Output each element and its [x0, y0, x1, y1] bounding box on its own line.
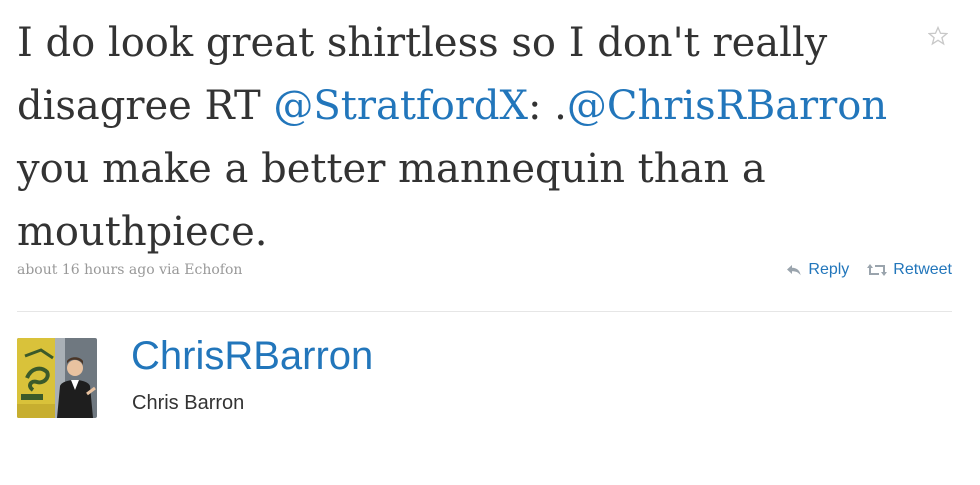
tweet-text-part: you make a better mannequin than a mouth… [17, 146, 766, 255]
tweet-timestamp[interactable]: about 16 hours ago via Echofon [17, 262, 242, 278]
username-link[interactable]: ChrisRBarron [131, 334, 373, 379]
full-name: Chris Barron [132, 392, 245, 414]
favorite-star-icon[interactable] [927, 25, 949, 46]
tweet-text-part: : . [527, 83, 567, 129]
tweet-actions: Reply Retweet [768, 261, 952, 279]
reply-label[interactable]: Reply [808, 261, 849, 279]
mention-link-stratfordx[interactable]: @StratfordX [273, 83, 528, 129]
reply-icon [787, 265, 801, 276]
retweet-button[interactable]: Retweet [867, 261, 952, 279]
retweet-label[interactable]: Retweet [893, 261, 952, 279]
reply-button[interactable]: Reply [786, 261, 849, 279]
tweet-text: I do look great shirtless so I don't rea… [17, 12, 917, 264]
retweet-icon [867, 264, 888, 276]
avatar[interactable] [17, 338, 97, 418]
divider [17, 311, 952, 312]
mention-link-chrisrbarron[interactable]: @ChrisRBarron [567, 83, 887, 129]
